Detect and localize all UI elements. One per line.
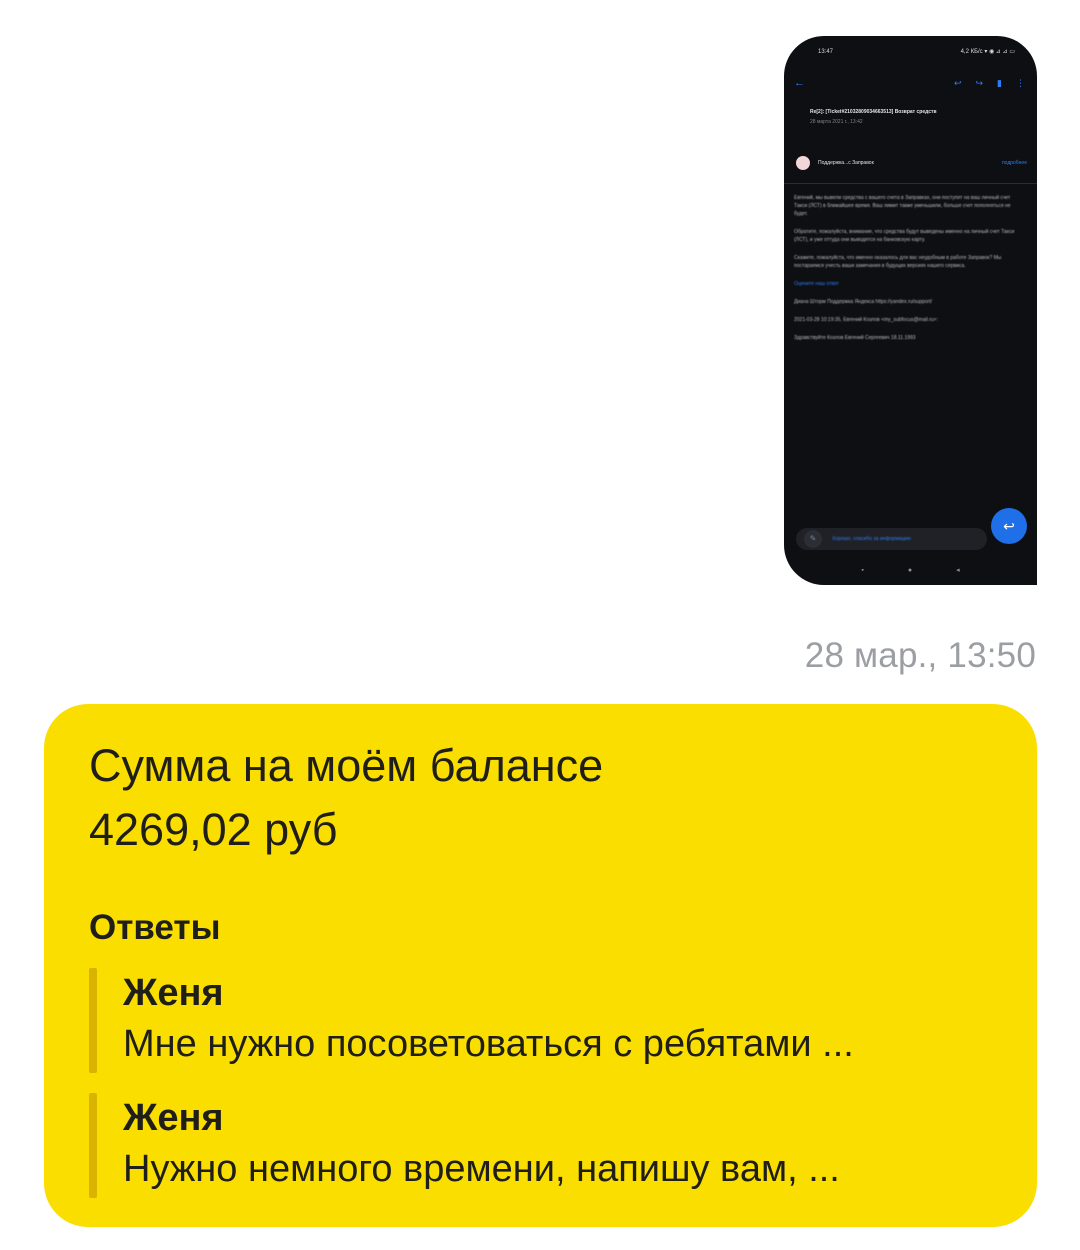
pencil-icon: ✎: [804, 530, 822, 548]
quote-bar: [89, 968, 97, 1073]
thumb-body-paragraph-2: Обратите, пожалуйста, внимание, что сред…: [794, 229, 1015, 243]
nav-recent-icon: ▪: [861, 567, 864, 574]
thumb-sender-name: Поддержка...с Заправок: [818, 160, 874, 166]
message-line-1: Сумма на моём балансе: [89, 740, 604, 791]
attached-screenshot-image[interactable]: 13:47 4,2 КБ/с ▾ ◉ ⊿ ⊿ ▭ ← ↩ ↪ ▮ ⋮ Re[2]…: [784, 36, 1037, 585]
reply-quote[interactable]: Женя Нужно немного времени, напишу вам, …: [89, 1093, 993, 1198]
thumb-nav-bar: ▪ ● ◂: [784, 567, 1037, 575]
thumb-status-time: 13:47: [818, 49, 834, 55]
forward-icon: ↪: [975, 78, 984, 88]
thumb-sender-link: подробнее: [1001, 160, 1027, 166]
thumb-divider: [784, 183, 1037, 184]
reply-quote[interactable]: Женя Мне нужно посоветоваться с ребятами…: [89, 968, 993, 1073]
thumb-email-body: Евгений, мы вывели средства с вашего сче…: [794, 194, 1023, 352]
thumb-status-icons: 4,2 КБ/с ▾ ◉ ⊿ ⊿ ▭: [960, 49, 1015, 55]
thumb-subject: Re[2]: [Ticket#21032809034663513] Возвра…: [810, 108, 1017, 126]
thumb-date: 28 марта 2021 г., 13:42: [810, 119, 863, 125]
replies-title: Ответы: [89, 908, 221, 947]
message-line-2: 4269,02 руб: [89, 804, 338, 855]
thumb-quoted-body: Здравствуйте Козлов Евгений Сергеевич 18…: [794, 335, 916, 341]
thumb-sender: Поддержка...с Заправок подробнее: [796, 156, 1027, 170]
thumb-body-paragraph-1: Евгений, мы вывели средства с вашего сче…: [794, 195, 1011, 217]
thumb-reply-bar: ✎ Хорошо, спасибо за информацию: [796, 528, 987, 550]
more-icon: ⋮: [1016, 78, 1025, 88]
reply-fab-icon: ↩: [991, 508, 1027, 544]
message-text: Сумма на моём балансе 4269,02 руб: [89, 734, 993, 862]
thumb-body-paragraph-3: Скажите, пожалуйста, что именно оказалос…: [794, 255, 1002, 269]
nav-home-icon: ●: [907, 567, 913, 574]
thumb-subject-text: Re[2]: [Ticket#21032809034663513] Возвра…: [810, 109, 937, 115]
reply-author: Женя: [123, 972, 224, 1014]
message-timestamp: 28 мар., 13:50: [804, 636, 1036, 675]
thumb-rate-link: Оцените наш ответ: [794, 281, 839, 287]
thumb-quoted-header: 2021-03-28 10:19:35, Евгений Козлов <my_…: [794, 317, 938, 323]
reply-author: Женя: [123, 1097, 224, 1139]
thumb-reply-placeholder: Хорошо, спасибо за информацию: [832, 536, 911, 542]
thumb-signature: Диана Шторм Поддержка Яндекса https://ya…: [794, 299, 932, 305]
quote-bar: [89, 1093, 97, 1198]
reply-text: Нужно немного времени, напишу вам, ...: [123, 1148, 840, 1190]
message-bubble[interactable]: Сумма на моём балансе 4269,02 руб Ответы…: [44, 704, 1037, 1227]
back-arrow-icon: ←: [794, 77, 805, 89]
reply-icon: ↩: [953, 78, 962, 88]
reply-text: Мне нужно посоветоваться с ребятами ...: [123, 1023, 854, 1065]
thumb-status-bar: 13:47 4,2 КБ/с ▾ ◉ ⊿ ⊿ ▭: [818, 48, 1015, 56]
thumb-app-bar: ← ↩ ↪ ▮ ⋮: [794, 76, 1025, 90]
sender-avatar: [796, 156, 810, 170]
chat-screen: 13:47 4,2 КБ/с ▾ ◉ ⊿ ⊿ ▭ ← ↩ ↪ ▮ ⋮ Re[2]…: [0, 0, 1080, 1250]
nav-back-icon: ◂: [956, 567, 960, 574]
thumb-actions: ↩ ↪ ▮ ⋮: [953, 78, 1025, 88]
trash-icon: ▮: [997, 78, 1002, 88]
